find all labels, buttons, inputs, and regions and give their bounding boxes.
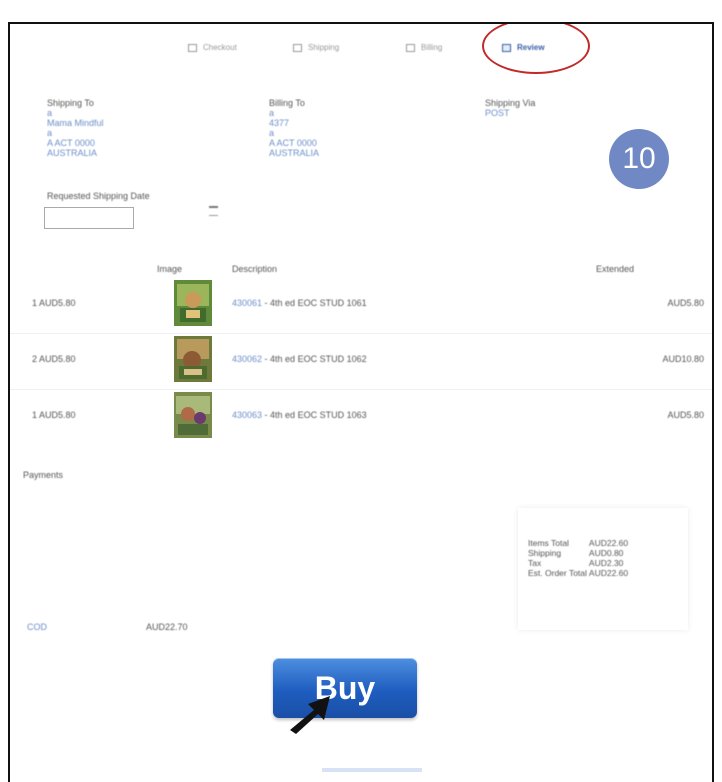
totals-label: Shipping — [528, 548, 562, 558]
totals-value: AUD0.80 — [588, 548, 624, 558]
checkout-review-window: Checkout Shipping Billing Review Shippin… — [8, 22, 714, 782]
table-row: 1 AUD5.80 430061 - 4th ed EOC STUD 1061 … — [10, 278, 712, 332]
totals-row: Shipping AUD0.80 — [528, 548, 630, 558]
payments-label: Payments — [23, 470, 64, 480]
requested-date-input[interactable] — [44, 207, 134, 229]
qty-price: 1 AUD5.80 — [32, 298, 76, 308]
order-totals-box: Items Total AUD22.60 Shipping AUD0.80 Ta… — [518, 508, 688, 630]
totals-value: AUD2.30 — [588, 558, 624, 568]
qty-price: 2 AUD5.80 — [32, 354, 76, 364]
product-thumbnail — [174, 280, 212, 326]
shipping-via-block: Shipping Via POST — [485, 98, 535, 118]
payment-amount: AUD22.70 — [146, 622, 188, 632]
totals-row: Tax AUD2.30 — [528, 558, 630, 568]
item-desc-text: - 4th ed EOC STUD 1061 — [262, 298, 367, 308]
highlight-circle — [482, 24, 590, 74]
home-icon — [188, 43, 197, 52]
item-description: 430061 - 4th ed EOC STUD 1061 — [232, 298, 367, 308]
billing-to-line: AUSTRALIA — [269, 148, 320, 158]
shipping-to-line: A ACT 0000 — [47, 138, 95, 148]
step-billing-label: Billing — [421, 43, 443, 52]
shipping-via-value: POST — [485, 108, 510, 118]
billing-to-line: 4377 — [269, 118, 290, 128]
totals-row: Items Total AUD22.60 — [528, 538, 630, 548]
product-thumbnail — [174, 336, 212, 382]
shipping-to-line: Mama Mindful — [47, 118, 104, 128]
shipping-to-line: AUSTRALIA — [47, 148, 98, 158]
totals-label: Tax — [528, 558, 542, 568]
header-extended: Extended — [596, 264, 635, 274]
shipping-to-line: a — [47, 128, 53, 138]
requested-date-label: Requested Shipping Date — [47, 191, 150, 201]
item-desc-text: - 4th ed EOC STUD 1063 — [262, 410, 367, 420]
item-code-link[interactable]: 430063 — [232, 410, 262, 420]
step-shipping[interactable]: Shipping — [293, 43, 339, 52]
billing-to-line: a — [269, 108, 275, 118]
payment-method-link[interactable]: COD — [27, 622, 47, 632]
step-shipping-label: Shipping — [308, 43, 340, 52]
truck-icon — [293, 43, 302, 52]
card-icon — [406, 43, 415, 52]
totals-label: Items Total — [528, 538, 569, 548]
billing-to-line: A ACT 0000 — [269, 138, 317, 148]
billing-to-block: Billing To a 4377 a A ACT 0000 AUSTRALIA — [269, 98, 319, 158]
totals-row: Est. Order Total AUD22.60 — [528, 568, 630, 578]
item-extended: AUD10.80 — [662, 354, 704, 364]
bottom-strip — [322, 768, 422, 772]
totals-table: Items Total AUD22.60 Shipping AUD0.80 Ta… — [528, 538, 630, 578]
shipping-to-block: Shipping To a Mama Mindful a A ACT 0000 … — [47, 98, 104, 158]
item-description: 430062 - 4th ed EOC STUD 1062 — [232, 354, 367, 364]
calendar-icon[interactable] — [209, 206, 218, 216]
table-row: 1 AUD5.80 430063 - 4th ed EOC STUD 1063 … — [10, 390, 712, 444]
table-row: 2 AUD5.80 430062 - 4th ed EOC STUD 1062 … — [10, 334, 712, 388]
item-extended: AUD5.80 — [667, 298, 704, 308]
item-code-link[interactable]: 430061 — [232, 298, 262, 308]
item-desc-text: - 4th ed EOC STUD 1062 — [262, 354, 367, 364]
billing-to-title: Billing To — [269, 98, 305, 108]
shipping-via-title: Shipping Via — [485, 98, 536, 108]
item-extended: AUD5.80 — [667, 410, 704, 420]
mouse-pointer-arrow-icon — [290, 696, 330, 734]
totals-label: Est. Order Total — [528, 568, 587, 578]
header-description: Description — [232, 264, 278, 274]
item-description: 430063 - 4th ed EOC STUD 1063 — [232, 410, 367, 420]
step-checkout-label: Checkout — [203, 43, 237, 52]
step-checkout[interactable]: Checkout — [188, 43, 237, 52]
header-image: Image — [157, 264, 183, 274]
billing-to-line: a — [269, 128, 275, 138]
shipping-to-line: a — [47, 108, 53, 118]
item-code-link[interactable]: 430062 — [232, 354, 262, 364]
step-number-badge: 10 — [609, 129, 669, 189]
step-billing[interactable]: Billing — [406, 43, 442, 52]
qty-price: 1 AUD5.80 — [32, 410, 76, 420]
totals-value: AUD22.60 — [588, 568, 629, 578]
totals-value: AUD22.60 — [588, 538, 629, 548]
product-thumbnail — [174, 392, 212, 438]
shipping-to-title: Shipping To — [47, 98, 94, 108]
